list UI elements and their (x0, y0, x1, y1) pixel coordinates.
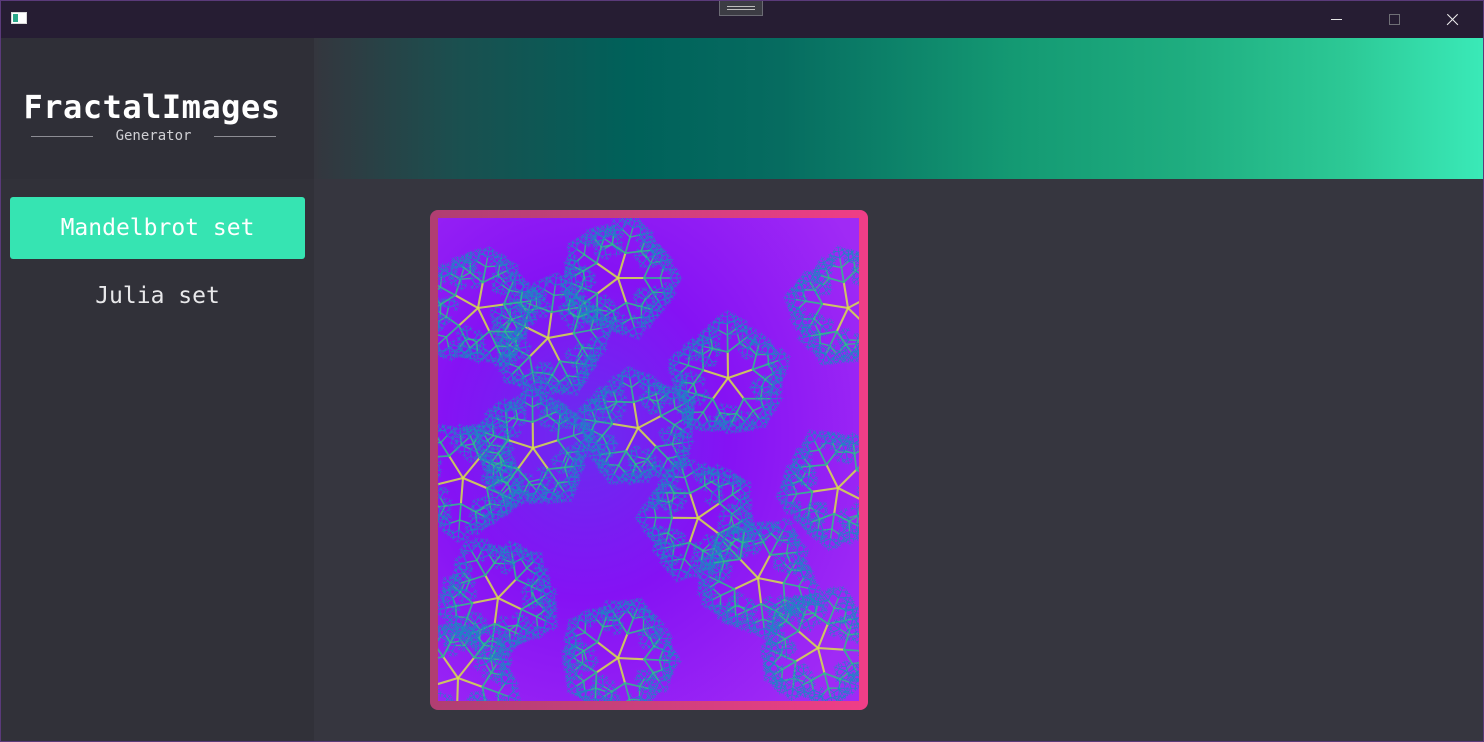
fractal-image[interactable] (438, 218, 859, 701)
julia-set-fractal (438, 218, 859, 701)
logo: FractalImages Generator (1, 38, 314, 179)
title-bar[interactable] (1, 1, 1483, 38)
minimize-button[interactable] (1307, 1, 1365, 38)
logo-subtitle: Generator (93, 128, 214, 144)
close-button[interactable] (1423, 1, 1481, 38)
sidebar: FractalImages Generator Mandelbrot set J… (1, 38, 314, 741)
maximize-button[interactable] (1365, 1, 1423, 38)
drag-handle-icon[interactable] (719, 1, 763, 16)
nav-item-julia-set[interactable]: Julia set (10, 265, 305, 327)
main-content (314, 179, 1483, 741)
divider (214, 136, 276, 137)
app-window-icon (11, 12, 27, 24)
logo-subtitle-row: Generator (31, 128, 276, 146)
logo-title: FractalImages (1, 88, 303, 126)
divider (31, 136, 93, 137)
fractal-image-frame (430, 210, 868, 710)
app-window: FractalImages Generator Mandelbrot set J… (0, 0, 1484, 742)
nav-item-mandelbrot-set[interactable]: Mandelbrot set (10, 197, 305, 259)
header-banner (314, 38, 1483, 179)
